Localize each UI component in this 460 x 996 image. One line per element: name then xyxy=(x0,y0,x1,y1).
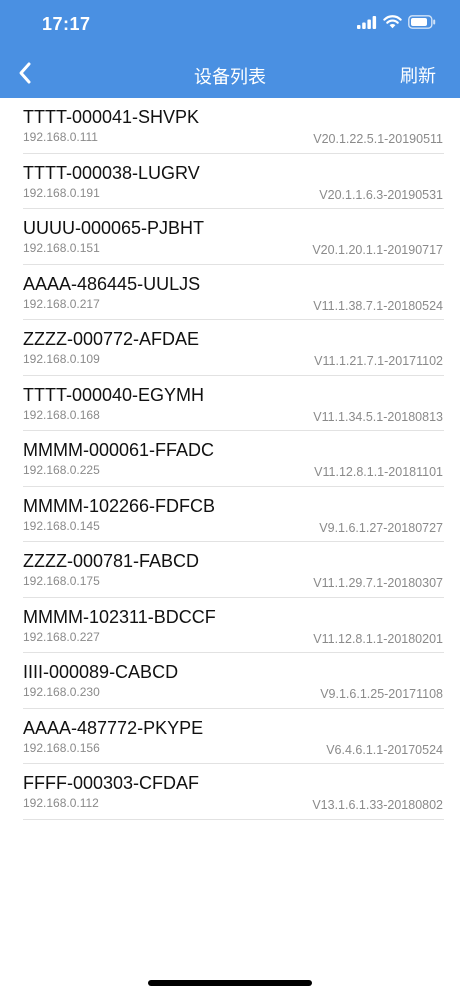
device-ip: 192.168.0.217 xyxy=(23,296,100,311)
device-version: V6.4.6.1.1-20170524 xyxy=(326,742,443,757)
device-version: V11.1.38.7.1-20180524 xyxy=(313,298,443,313)
app-header: 17:17 设备列表 刷新 xyxy=(0,0,460,98)
device-version: V11.1.34.5.1-20180813 xyxy=(313,409,443,424)
device-row[interactable]: TTTT-000041-SHVPK 192.168.0.111 V20.1.22.5… xyxy=(0,98,460,154)
device-name: IIII-000089-CABCD xyxy=(23,662,179,682)
device-version: V11.12.8.1.1-20180201 xyxy=(313,631,443,646)
device-row[interactable]: AAAA-486445-UULJS 192.168.0.217 V11.1.38.7… xyxy=(0,265,460,321)
device-row[interactable]: MMMM-102311-BDCCF 192.168.0.227 V11.12.8.1… xyxy=(0,598,460,654)
device-ip: 192.168.0.175 xyxy=(23,574,100,588)
device-ip: 192.168.0.168 xyxy=(23,407,100,422)
device-row[interactable]: MMMM-000061-FFADC 192.168.0.225 V11.12.8.1… xyxy=(0,431,460,487)
device-name: FFFF-000303-CFDAF xyxy=(23,773,200,793)
device-row[interactable]: ZZZZ-000781-FABCD 192.168.0.175 V11.1.29.7… xyxy=(0,542,460,598)
device-version: V20.1.22.5.1-20190511 xyxy=(313,132,443,146)
device-row[interactable]: IIII-000089-CABCD 192.168.0.230 V9.1.6.1.2… xyxy=(0,653,460,709)
cellular-signal-icon xyxy=(357,15,377,34)
device-row[interactable]: UUUU-000065-PJBHT 192.168.0.151 V20.1.20.1… xyxy=(0,209,460,265)
device-name: MMMM-102266-FDFCB xyxy=(23,495,216,516)
device-ip: 192.168.0.156 xyxy=(23,740,100,755)
device-version: V11.1.21.7.1-20171102 xyxy=(314,354,443,368)
refresh-button[interactable]: 刷新 xyxy=(400,62,436,88)
status-time: 17:17 xyxy=(42,14,91,34)
status-icons xyxy=(357,15,436,34)
device-row[interactable]: ZZZZ-000772-AFDAE 192.168.0.109 V11.1.21.7… xyxy=(0,320,460,376)
device-name: AAAA-487772-PKYPE xyxy=(23,717,204,738)
device-name: TTTT-000040-EGYMH xyxy=(23,384,205,405)
device-name: MMMM-000061-FFADC xyxy=(23,440,215,460)
device-row[interactable]: TTTT-000040-EGYMH 192.168.0.168 V11.1.34.5… xyxy=(0,376,460,432)
navigation-bar: 设备列表 刷新 xyxy=(0,50,460,98)
device-list: TTTT-000041-SHVPK 192.168.0.111 V20.1.22.5… xyxy=(0,98,460,820)
device-version: V9.1.6.1.27-20180727 xyxy=(319,520,443,535)
status-bar: 17:17 xyxy=(0,0,460,50)
device-row[interactable]: MMMM-102266-FDFCB 192.168.0.145 V9.1.6.1.2… xyxy=(0,487,460,543)
device-name: TTTT-000038-LUGRV xyxy=(23,162,200,183)
device-name: ZZZZ-000781-FABCD xyxy=(23,551,200,571)
device-name: AAAA-486445-UULJS xyxy=(23,273,201,294)
battery-icon xyxy=(408,15,436,34)
device-name: UUUU-000065-PJBHT xyxy=(23,218,205,238)
device-ip: 192.168.0.145 xyxy=(23,518,100,533)
device-row[interactable]: FFFF-000303-CFDAF 192.168.0.112 V13.1.6.1.… xyxy=(0,764,460,820)
device-ip: 192.168.0.112 xyxy=(23,796,99,810)
device-version: V11.1.29.7.1-20180307 xyxy=(313,576,443,590)
device-version: V9.1.6.1.25-20171108 xyxy=(320,687,443,701)
device-version: V20.1.20.1.1-20190717 xyxy=(312,243,443,257)
device-ip: 192.168.0.191 xyxy=(23,185,100,200)
device-row[interactable]: AAAA-487772-PKYPE 192.168.0.156 V6.4.6.1.1… xyxy=(0,709,460,765)
device-name: MMMM-102311-BDCCF xyxy=(23,606,216,627)
home-indicator xyxy=(148,980,312,986)
device-name: TTTT-000041-SHVPK xyxy=(23,107,200,127)
device-ip: 192.168.0.111 xyxy=(23,130,98,144)
page-title: 设备列表 xyxy=(194,67,266,87)
device-version: V13.1.6.1.33-20180802 xyxy=(312,798,443,812)
device-ip: 192.168.0.230 xyxy=(23,685,100,699)
device-ip: 192.168.0.225 xyxy=(23,463,100,477)
device-row[interactable]: TTTT-000038-LUGRV 192.168.0.191 V20.1.1.6.… xyxy=(0,154,460,210)
device-ip: 192.168.0.227 xyxy=(23,629,100,644)
device-ip: 192.168.0.151 xyxy=(23,241,100,255)
device-name: ZZZZ-000772-AFDAE xyxy=(23,329,200,349)
device-version: V20.1.1.6.3-20190531 xyxy=(319,187,443,202)
device-version: V11.12.8.1.1-20181101 xyxy=(314,465,443,479)
wifi-icon xyxy=(383,15,402,34)
device-ip: 192.168.0.109 xyxy=(23,352,100,366)
